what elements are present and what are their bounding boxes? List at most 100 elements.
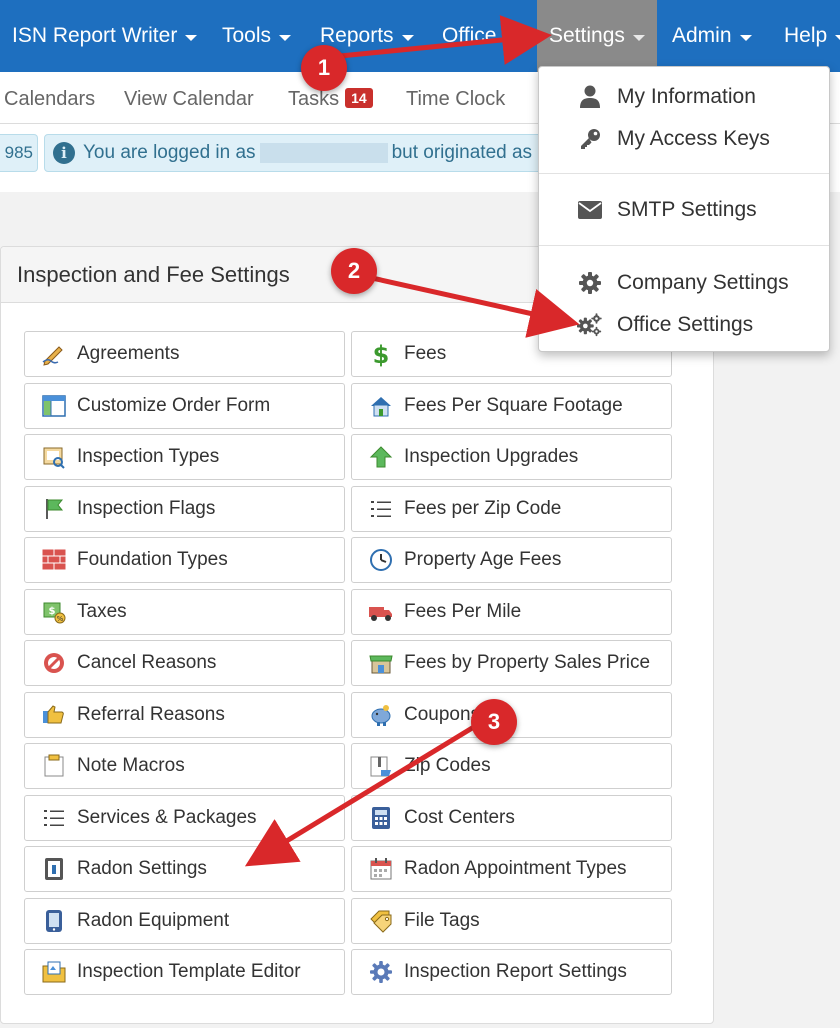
up-arrow-icon — [368, 444, 394, 470]
nav-label: Office — [442, 24, 497, 47]
fees-by-property-sales-price-button[interactable]: Fees by Property Sales Price — [351, 640, 672, 686]
inspection-flags-button[interactable]: Inspection Flags — [24, 486, 345, 532]
note-icon — [41, 753, 67, 779]
radon-settings-button[interactable]: Radon Settings — [24, 846, 345, 892]
calendar-icon — [368, 856, 394, 882]
nav-label: Admin — [672, 24, 732, 47]
button-label: Inspection Report Settings — [404, 961, 627, 982]
foundation-types-button[interactable]: Foundation Types — [24, 537, 345, 583]
nav-label: Help — [784, 24, 828, 47]
logged-in-text: You are logged in as — [83, 142, 256, 163]
button-label: Foundation Types — [77, 549, 228, 570]
menu-label: Company Settings — [617, 271, 789, 294]
subnav-time-clock[interactable]: Time Clock — [406, 88, 505, 111]
step-1-badge: 1 — [301, 45, 347, 91]
button-label: Inspection Upgrades — [404, 446, 579, 467]
nav-tools[interactable]: Tools — [222, 0, 292, 72]
piggy-bank-icon — [368, 702, 394, 728]
zip-codes-button[interactable]: Zip Codes — [351, 743, 672, 789]
file-tags-button[interactable]: File Tags — [351, 898, 672, 944]
originated-text: but originated as — [391, 142, 533, 163]
fees-per-square-footage-button[interactable]: Fees Per Square Footage — [351, 383, 672, 429]
flag-icon — [41, 496, 67, 522]
menu-item-my-information[interactable]: My Information — [539, 77, 829, 117]
logged-in-alert: i You are logged in as but originated as — [44, 134, 564, 172]
nav-label: Tools — [222, 24, 272, 47]
caret-down-icon — [504, 34, 517, 41]
step-2-badge: 2 — [331, 248, 377, 294]
subnav-tasks[interactable]: Tasks 14 — [288, 88, 373, 111]
menu-item-my-access-keys[interactable]: My Access Keys — [539, 119, 829, 159]
clock-icon — [368, 547, 394, 573]
inspection-upgrades-button[interactable]: Inspection Upgrades — [351, 434, 672, 480]
fees-per-mile-button[interactable]: Fees Per Mile — [351, 589, 672, 635]
radon-equipment-button[interactable]: Radon Equipment — [24, 898, 345, 944]
inspection-report-settings-button[interactable]: Inspection Report Settings — [351, 949, 672, 995]
menu-divider — [539, 173, 829, 174]
nav-admin[interactable]: Admin — [672, 0, 752, 72]
truck-icon — [368, 599, 394, 625]
subnav-view-calendar[interactable]: View Calendar — [124, 88, 254, 111]
caret-down-icon — [739, 34, 752, 41]
button-label: Property Age Fees — [404, 549, 562, 570]
cost-centers-button[interactable]: Cost Centers — [351, 795, 672, 841]
menu-item-office-settings[interactable]: Office Settings — [539, 305, 829, 345]
menu-label: My Information — [617, 85, 756, 108]
subnav-tasks-label: Tasks — [288, 88, 340, 110]
menu-item-company-settings[interactable]: Company Settings — [539, 263, 829, 303]
button-label: Inspection Template Editor — [77, 961, 301, 982]
customize-order-form-button[interactable]: Customize Order Form — [24, 383, 345, 429]
key-icon — [577, 126, 603, 152]
menu-label: My Access Keys — [617, 127, 770, 150]
caret-down-icon — [279, 34, 292, 41]
nav-isn-report-writer[interactable]: ISN Report Writer — [12, 0, 198, 72]
button-label: Radon Settings — [77, 858, 207, 879]
nav-label: Reports — [320, 24, 394, 47]
list-icon — [368, 496, 394, 522]
taxes-button[interactable]: $% Taxes — [24, 589, 345, 635]
menu-divider — [539, 245, 829, 246]
bricks-icon — [41, 547, 67, 573]
nav-label: Settings — [549, 24, 625, 47]
button-label: Note Macros — [77, 755, 185, 776]
tasks-count-badge: 14 — [345, 88, 373, 108]
button-label: Inspection Types — [77, 446, 220, 467]
button-label: Fees Per Mile — [404, 601, 522, 622]
info-icon: i — [53, 142, 75, 164]
form-table-icon — [41, 393, 67, 419]
caret-down-icon — [185, 34, 198, 41]
cancel-reasons-button[interactable]: Cancel Reasons — [24, 640, 345, 686]
subnav-calendars[interactable]: Calendars — [4, 88, 95, 111]
svg-text:$: $ — [373, 341, 390, 367]
agreements-button[interactable]: Agreements — [24, 331, 345, 377]
inspection-types-button[interactable]: Inspection Types — [24, 434, 345, 480]
house-icon — [368, 393, 394, 419]
menu-label: SMTP Settings — [617, 198, 757, 221]
caret-down-icon — [835, 34, 840, 41]
button-label: Radon Equipment — [77, 910, 230, 931]
inspection-template-editor-button[interactable]: Inspection Template Editor — [24, 949, 345, 995]
button-label: Referral Reasons — [77, 704, 225, 725]
property-age-fees-button[interactable]: Property Age Fees — [351, 537, 672, 583]
thumbs-up-icon — [41, 702, 67, 728]
nav-help[interactable]: Help — [784, 0, 840, 72]
note-macros-button[interactable]: Note Macros — [24, 743, 345, 789]
gear-icon — [577, 270, 603, 296]
caret-down-icon — [401, 34, 414, 41]
fees-per-zip-code-button[interactable]: Fees per Zip Code — [351, 486, 672, 532]
button-label: Fees — [404, 343, 447, 364]
radon-appointment-types-button[interactable]: Radon Appointment Types — [351, 846, 672, 892]
button-label: File Tags — [404, 910, 480, 931]
envelope-icon — [577, 197, 603, 223]
services-and-packages-button[interactable]: Services & Packages — [24, 795, 345, 841]
menu-item-smtp-settings[interactable]: SMTP Settings — [539, 190, 829, 230]
pen-signature-icon — [41, 341, 67, 367]
button-label: Inspection Flags — [77, 498, 216, 519]
storefront-icon — [368, 650, 394, 676]
nav-office[interactable]: Office — [442, 0, 517, 72]
svg-text:$: $ — [49, 606, 56, 617]
nav-settings[interactable]: Settings — [537, 0, 657, 72]
button-label: Taxes — [77, 601, 127, 622]
button-label: Customize Order Form — [77, 395, 271, 416]
referral-reasons-button[interactable]: Referral Reasons — [24, 692, 345, 738]
